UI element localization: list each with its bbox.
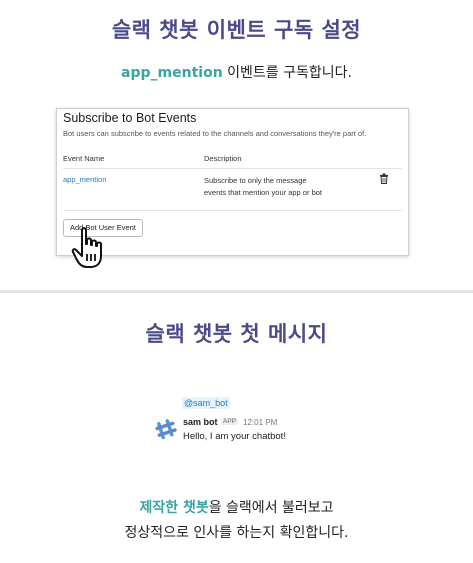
app-badge: APP <box>221 418 239 425</box>
event-description: Subscribe to only the message events tha… <box>204 176 322 197</box>
section-event-subscription: 슬랙 챗봇 이벤트 구독 설정 app_mention 이벤트를 구독합니다. … <box>0 0 473 290</box>
section2-title: 슬랙 챗봇 첫 메시지 <box>145 322 328 346</box>
column-header-event: Event Name <box>63 154 105 163</box>
card-heading: Subscribe to Bot Events <box>63 111 197 125</box>
section-subtitle: app_mention 이벤트를 구독합니다. <box>0 62 473 82</box>
card-description: Bot users can subscribe to events relate… <box>63 129 367 138</box>
section-divider <box>0 290 473 293</box>
section-title: 슬랙 챗봇 이벤트 구독 설정 <box>111 18 362 42</box>
caption-highlight: 제작한 챗봇 <box>139 500 209 516</box>
caption-rest: 을 슬랙에서 불러보고 <box>208 500 334 516</box>
bot-message: Hello, I am your chatbot! <box>183 431 286 442</box>
hand-pointer-icon <box>70 226 110 270</box>
message-time: 12:01 PM <box>243 418 278 427</box>
subtitle-rest: 이벤트를 구독합니다. <box>222 65 352 81</box>
trash-icon[interactable] <box>379 173 389 187</box>
subtitle-highlight: app_mention <box>121 65 223 81</box>
caption-line1: 제작한 챗봇을 슬랙에서 불러보고 <box>0 497 473 517</box>
caption-line2: 정상적으로 인사를 하는지 확인합니다. <box>124 525 349 541</box>
event-name[interactable]: app_mention <box>63 175 106 184</box>
column-header-description: Description <box>204 154 242 163</box>
header-divider <box>63 168 402 169</box>
bot-name[interactable]: sam bot <box>183 417 218 427</box>
row-divider <box>63 210 402 211</box>
bot-mention[interactable]: @sam_bot <box>182 397 230 409</box>
slack-logo-icon <box>155 418 177 440</box>
